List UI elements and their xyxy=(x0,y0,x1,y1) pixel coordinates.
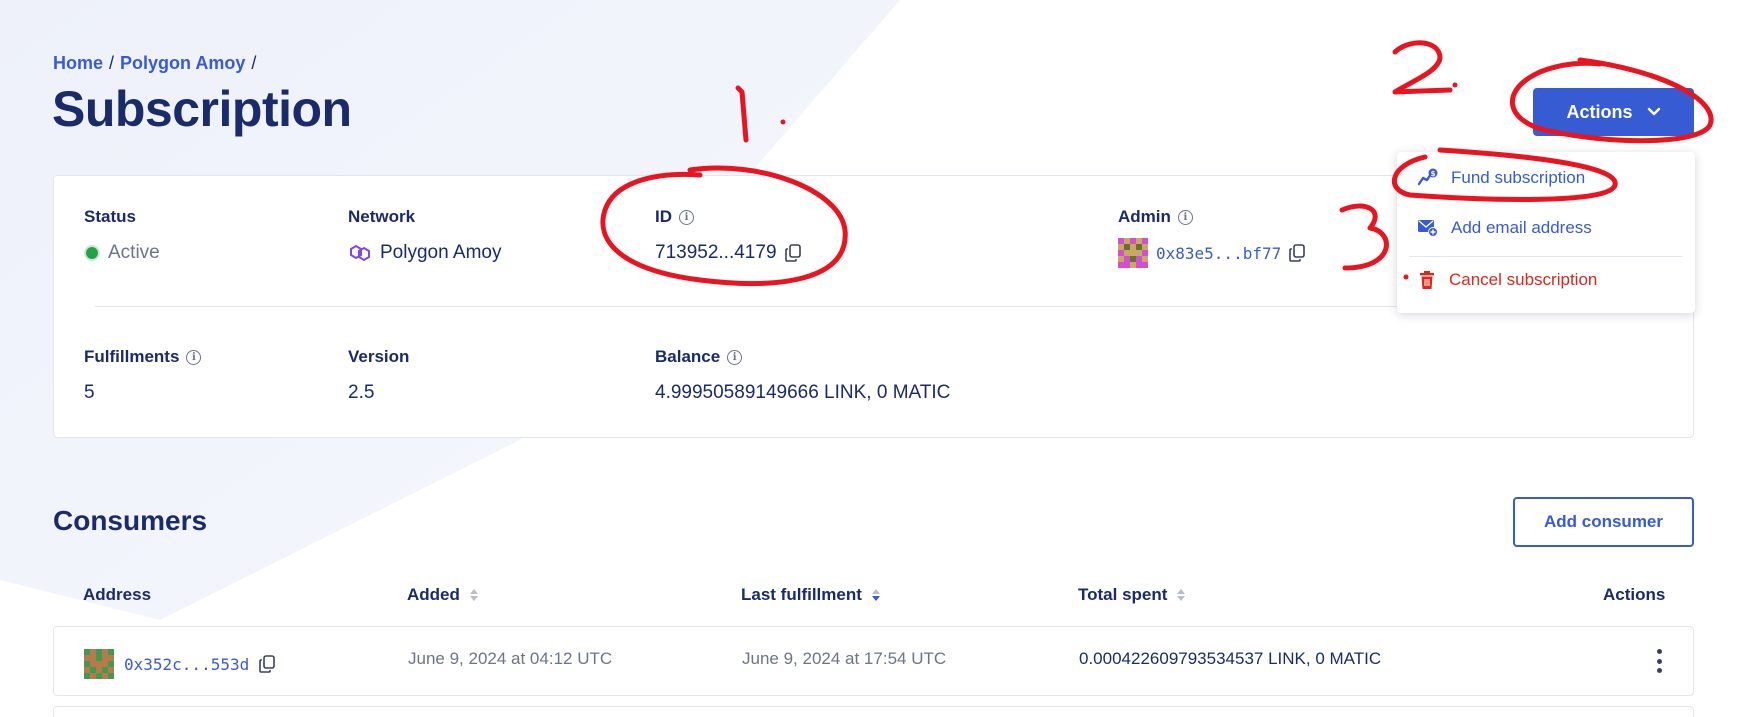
table-row xyxy=(53,706,1694,717)
breadcrumb-network[interactable]: Polygon Amoy xyxy=(120,53,245,74)
breadcrumb-separator: / xyxy=(251,53,257,73)
column-header-address: Address xyxy=(83,585,152,604)
column-header-last-fulfillment[interactable]: Last fulfillment xyxy=(741,585,880,605)
email-add-icon xyxy=(1418,220,1438,237)
menu-item-label: Add email address xyxy=(1451,218,1592,237)
consumer-avatar xyxy=(84,649,114,679)
actions-button-label: Actions xyxy=(1566,101,1633,122)
status-active-dot xyxy=(84,245,100,261)
consumer-last-fulfillment-cell: June 9, 2024 at 17:54 UTC xyxy=(742,649,947,668)
network-label: Network xyxy=(348,207,416,226)
status-value: Active xyxy=(108,242,160,263)
actions-dropdown-menu: $ Fund subscription Add email address Ca… xyxy=(1397,152,1695,313)
consumers-title: Consumers xyxy=(53,505,208,536)
breadcrumb-separator: / xyxy=(109,53,115,73)
sort-icon[interactable] xyxy=(1177,589,1186,601)
menu-item-fund-subscription[interactable]: $ Fund subscription xyxy=(1417,164,1585,192)
id-field: ID i 713952...4179 xyxy=(655,206,801,266)
balance-label: Balance xyxy=(655,347,721,366)
row-more-options-icon[interactable] xyxy=(1651,647,1667,675)
copy-icon[interactable] xyxy=(784,244,801,262)
table-row: 0x352c...553d June 9, 2024 at 04:12 UTC … xyxy=(53,626,1694,696)
balance-field: Balance i 4.99950589149666 LINK, 0 MATIC xyxy=(655,346,950,406)
info-icon[interactable]: i xyxy=(727,349,743,365)
admin-avatar xyxy=(1118,238,1148,268)
polygon-logo-icon xyxy=(350,244,370,262)
column-header-actions: Actions xyxy=(1603,585,1666,604)
info-icon[interactable]: i xyxy=(679,209,694,225)
balance-value: 4.99950589149666 LINK, 0 MATIC xyxy=(655,382,951,403)
status-label: Status xyxy=(84,207,136,226)
svg-text:$: $ xyxy=(1431,170,1436,178)
fulfillments-label: Fulfillments xyxy=(84,347,180,366)
menu-item-cancel-subscription[interactable]: Cancel subscription xyxy=(1417,266,1597,294)
version-field: Version 2.5 xyxy=(348,346,409,406)
trash-icon xyxy=(1420,271,1434,289)
copy-icon[interactable] xyxy=(259,655,276,673)
admin-address-link[interactable]: 0x83e5...bf77 xyxy=(1156,244,1281,263)
copy-icon[interactable] xyxy=(1289,244,1306,262)
network-field: Network Polygon Amoy xyxy=(348,206,501,266)
fulfillments-field: Fulfillments i 5 xyxy=(84,346,202,406)
consumer-total-spent-cell: 0.000422609793534537 LINK, 0 MATIC xyxy=(1079,649,1382,668)
chevron-down-icon xyxy=(1647,107,1660,116)
fulfillments-value: 5 xyxy=(84,382,95,403)
id-value: 713952...4179 xyxy=(655,242,777,263)
page-title: Subscription xyxy=(52,81,352,137)
version-value: 2.5 xyxy=(348,382,375,403)
annotation-number-one xyxy=(735,85,749,143)
actions-button[interactable]: Actions xyxy=(1533,88,1694,136)
network-value: Polygon Amoy xyxy=(380,242,502,263)
status-field: Status Active xyxy=(84,206,160,266)
sort-desc-icon[interactable] xyxy=(871,589,880,601)
menu-item-add-email[interactable]: Add email address xyxy=(1417,214,1592,242)
consumer-added-cell: June 9, 2024 at 04:12 UTC xyxy=(408,649,613,668)
breadcrumb: Home / Polygon Amoy / xyxy=(53,53,256,74)
admin-field: Admin i 0x83e5...bf77 xyxy=(1118,206,1306,268)
admin-label: Admin xyxy=(1118,207,1171,226)
id-label: ID xyxy=(655,207,672,226)
column-header-added[interactable]: Added xyxy=(407,585,478,605)
fund-icon: $ xyxy=(1417,168,1438,186)
add-consumer-button[interactable]: Add consumer xyxy=(1513,497,1694,547)
menu-item-label: Fund subscription xyxy=(1451,168,1586,187)
consumer-address-link[interactable]: 0x352c...553d xyxy=(124,655,249,674)
column-header-total-spent[interactable]: Total spent xyxy=(1078,585,1186,605)
version-label: Version xyxy=(348,347,410,366)
info-icon[interactable]: i xyxy=(1177,209,1193,225)
annotation-number-two xyxy=(1392,40,1453,95)
breadcrumb-home[interactable]: Home xyxy=(53,53,103,74)
sort-icon[interactable] xyxy=(469,589,478,601)
menu-divider xyxy=(1409,256,1683,257)
consumer-address-cell: 0x352c...553d xyxy=(84,649,276,679)
menu-item-label: Cancel subscription xyxy=(1449,270,1598,289)
info-icon[interactable]: i xyxy=(186,349,202,365)
